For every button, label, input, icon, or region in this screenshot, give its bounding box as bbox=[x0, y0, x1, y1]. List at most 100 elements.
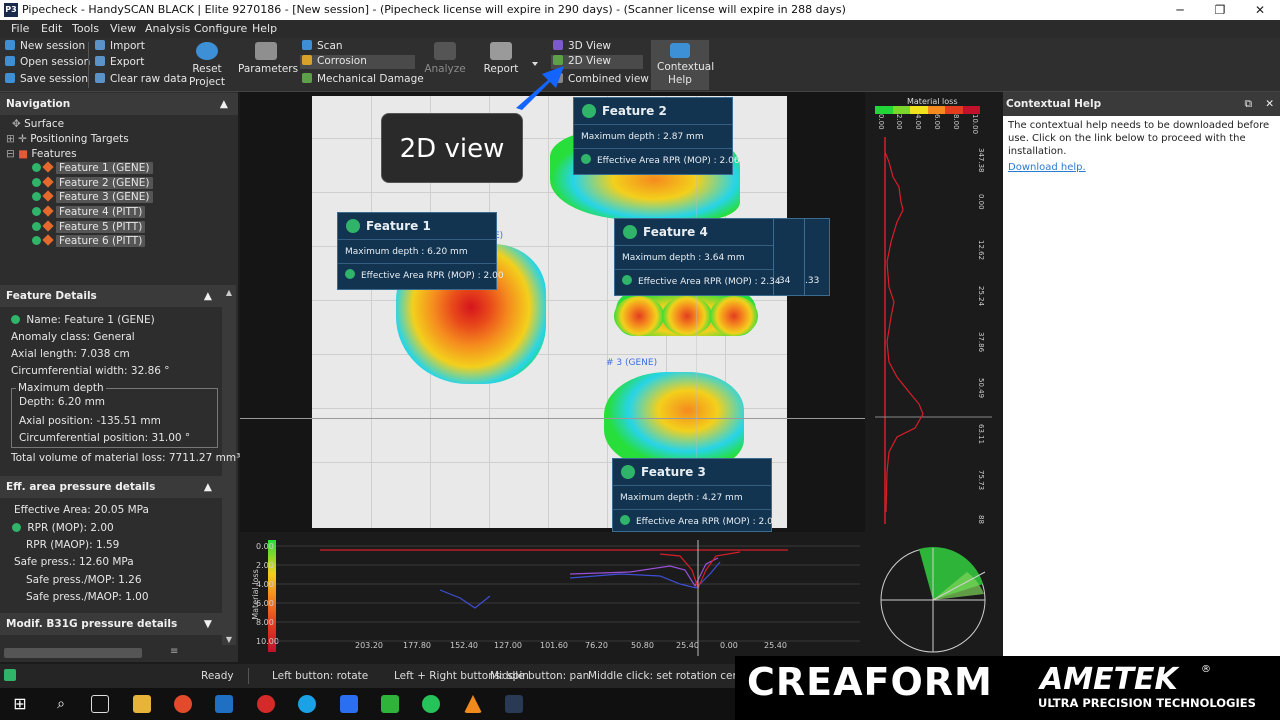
status-hint-center: Middle click: set rotation center bbox=[588, 670, 755, 682]
tree-item-surface[interactable]: ✥ Surface bbox=[12, 117, 64, 132]
report-icon bbox=[490, 42, 512, 60]
scroll-down-icon[interactable]: ▼ bbox=[224, 635, 234, 645]
corrosion-map-feature-6[interactable] bbox=[662, 296, 712, 336]
line-icon[interactable] bbox=[381, 695, 399, 713]
save-icon bbox=[5, 73, 15, 83]
feature-1-card[interactable]: Feature 1 Maximum depth : 6.20 mm Effect… bbox=[337, 212, 504, 290]
search-icon[interactable]: ⌕ bbox=[52, 695, 70, 713]
status-hint-pan: Middle button: pan bbox=[490, 670, 590, 682]
close-panel-icon[interactable]: ✕ bbox=[1265, 92, 1274, 116]
check-icon bbox=[32, 163, 41, 172]
axial-profile-panel[interactable]: Material loss 0.00 2.00 4.00 6.00 8.00 1… bbox=[240, 534, 865, 662]
target-icon: ✛ bbox=[18, 133, 31, 145]
profile-x-tick: 127.00 bbox=[494, 641, 522, 650]
check-icon bbox=[345, 269, 355, 279]
feature-3-card[interactable]: Feature 3 Maximum depth : 4.27 mm Effect… bbox=[612, 458, 779, 532]
task-view-icon[interactable] bbox=[91, 695, 109, 713]
feature-details-header[interactable]: Feature Details ▲ bbox=[0, 285, 222, 307]
export-button[interactable]: Export bbox=[95, 56, 144, 68]
feature-2-card[interactable]: Feature 2 Maximum depth : 2.87 mm Effect… bbox=[573, 97, 740, 175]
horizontal-scrollbar[interactable] bbox=[4, 648, 142, 658]
parameters-button[interactable]: Parameters bbox=[238, 42, 298, 75]
tree-item-feature-3[interactable]: Feature 3 (GENE) bbox=[32, 190, 153, 205]
analyze-button[interactable]: Analyze bbox=[422, 42, 468, 75]
expand-icon[interactable]: ▼ bbox=[204, 613, 212, 635]
maximize-button[interactable]: ❐ bbox=[1200, 1, 1240, 19]
corrosion-map-feature-5[interactable] bbox=[614, 296, 664, 336]
vlc-icon[interactable] bbox=[464, 695, 482, 713]
menu-configure[interactable]: Configure bbox=[194, 22, 247, 35]
menu-file[interactable]: File bbox=[11, 22, 29, 35]
help-icon bbox=[670, 43, 690, 58]
windows-start-icon[interactable]: ⊞ bbox=[11, 695, 29, 713]
expand-icon[interactable]: ⊞ bbox=[6, 133, 18, 145]
clear-icon bbox=[95, 73, 105, 83]
open-session-button[interactable]: Open session bbox=[5, 56, 90, 68]
corrosion-mode-button[interactable]: Corrosion bbox=[300, 55, 415, 69]
undock-icon[interactable]: ⧉ bbox=[1245, 92, 1253, 116]
scan-mode-button[interactable]: Scan bbox=[302, 40, 343, 52]
reset-project-button[interactable]: Reset Project bbox=[185, 42, 229, 89]
menu-bar: File Edit Tools View Analysis Configure … bbox=[0, 20, 1280, 38]
clear-raw-data-button[interactable]: Clear raw data bbox=[95, 73, 187, 85]
resize-grip-icon[interactable]: ≡ bbox=[170, 647, 182, 657]
safe-press-maop: Safe press./MAOP: 1.00 bbox=[26, 591, 149, 603]
save-session-button[interactable]: Save session bbox=[5, 73, 88, 85]
menu-analysis[interactable]: Analysis bbox=[145, 22, 190, 35]
acrobat-icon[interactable] bbox=[257, 695, 275, 713]
pipecheck-taskbar-icon[interactable] bbox=[505, 695, 523, 713]
minimize-button[interactable]: ─ bbox=[1160, 1, 1200, 19]
skype-icon[interactable] bbox=[298, 695, 316, 713]
feature-icon bbox=[42, 176, 54, 188]
file-explorer-icon[interactable] bbox=[133, 695, 151, 713]
contextual-help-button[interactable]: Contextual Help bbox=[651, 40, 714, 90]
tree-item-feature-5[interactable]: Feature 5 (PITT) bbox=[32, 220, 146, 235]
mechanical-damage-button[interactable]: Mechanical Damage bbox=[302, 73, 424, 85]
navigation-header[interactable]: Navigation ▲ bbox=[0, 93, 238, 115]
circumferential-position-indicator[interactable] bbox=[867, 534, 1000, 662]
menu-tools[interactable]: Tools bbox=[72, 22, 99, 35]
close-button[interactable]: ✕ bbox=[1240, 1, 1280, 19]
collapse-tree-icon[interactable]: ⊟ bbox=[6, 148, 18, 160]
feature-4-card[interactable]: Feature 4 Maximum depth : 3.64 mm Effect… bbox=[614, 218, 781, 296]
feature-1-rpr: Effective Area RPR (MOP) : 2.00 bbox=[338, 263, 504, 287]
tree-item-feature-6[interactable]: Feature 6 (PITT) bbox=[32, 234, 146, 249]
maximum-depth-label: Maximum depth bbox=[16, 382, 106, 394]
tree-item-feature-2[interactable]: Feature 2 (GENE) bbox=[32, 176, 153, 191]
view-3d-button[interactable]: 3D View bbox=[553, 40, 611, 52]
corrosion-map-pit[interactable] bbox=[710, 296, 758, 336]
tree-item-features[interactable]: ⊟ ■ Features bbox=[6, 147, 77, 162]
strip-tick: 37.86 bbox=[977, 332, 985, 353]
eff-area-header[interactable]: Eff. area pressure details ▲ bbox=[0, 476, 222, 498]
feature-icon bbox=[42, 234, 54, 246]
menu-help[interactable]: Help bbox=[252, 22, 277, 35]
scroll-up-icon[interactable]: ▲ bbox=[224, 288, 234, 298]
menu-edit[interactable]: Edit bbox=[41, 22, 62, 35]
feature-1-title: Feature 1 bbox=[366, 219, 431, 233]
feature-4-rpr: Effective Area RPR (MOP) : 2.34 bbox=[615, 269, 781, 293]
collapse-icon[interactable]: ▲ bbox=[220, 93, 228, 115]
status-hint-rotate: Left button: rotate bbox=[272, 670, 369, 682]
messenger-icon[interactable] bbox=[340, 695, 358, 713]
chrome-icon[interactable] bbox=[174, 695, 192, 713]
tree-item-feature-4[interactable]: Feature 4 (PITT) bbox=[32, 205, 146, 220]
ribbon-toolbar: New session Open session Save session Im… bbox=[0, 38, 1280, 92]
view-2d-panel[interactable]: # 3 (GENE) E) Feature 1 Maximum depth : … bbox=[240, 92, 865, 532]
new-session-button[interactable]: New session bbox=[5, 40, 85, 52]
import-button[interactable]: Import bbox=[95, 40, 145, 52]
circumferential-profile-panel[interactable]: Material loss 0.00 2.00 4.00 6.00 8.00 1… bbox=[867, 92, 1000, 532]
check-icon bbox=[32, 178, 41, 187]
tree-item-feature-1[interactable]: Feature 1 (GENE) bbox=[32, 161, 153, 176]
menu-view[interactable]: View bbox=[110, 22, 136, 35]
b31g-header[interactable]: Modif. B31G pressure details ▼ bbox=[0, 613, 222, 635]
outlook-icon[interactable] bbox=[215, 695, 233, 713]
detail-circumferential-position: Circumferential position: 31.00 ° bbox=[19, 432, 191, 444]
tree-item-positioning-targets[interactable]: ⊞ ✛ Positioning Targets bbox=[6, 132, 129, 147]
whatsapp-icon[interactable] bbox=[422, 695, 440, 713]
collapse-icon[interactable]: ▲ bbox=[204, 285, 212, 307]
corrosion-map-feature-3[interactable] bbox=[604, 372, 744, 468]
check-icon bbox=[12, 523, 21, 532]
collapse-icon[interactable]: ▲ bbox=[204, 476, 212, 498]
download-help-link[interactable]: Download help. bbox=[1008, 162, 1086, 173]
details-scrollbar[interactable] bbox=[222, 285, 236, 645]
